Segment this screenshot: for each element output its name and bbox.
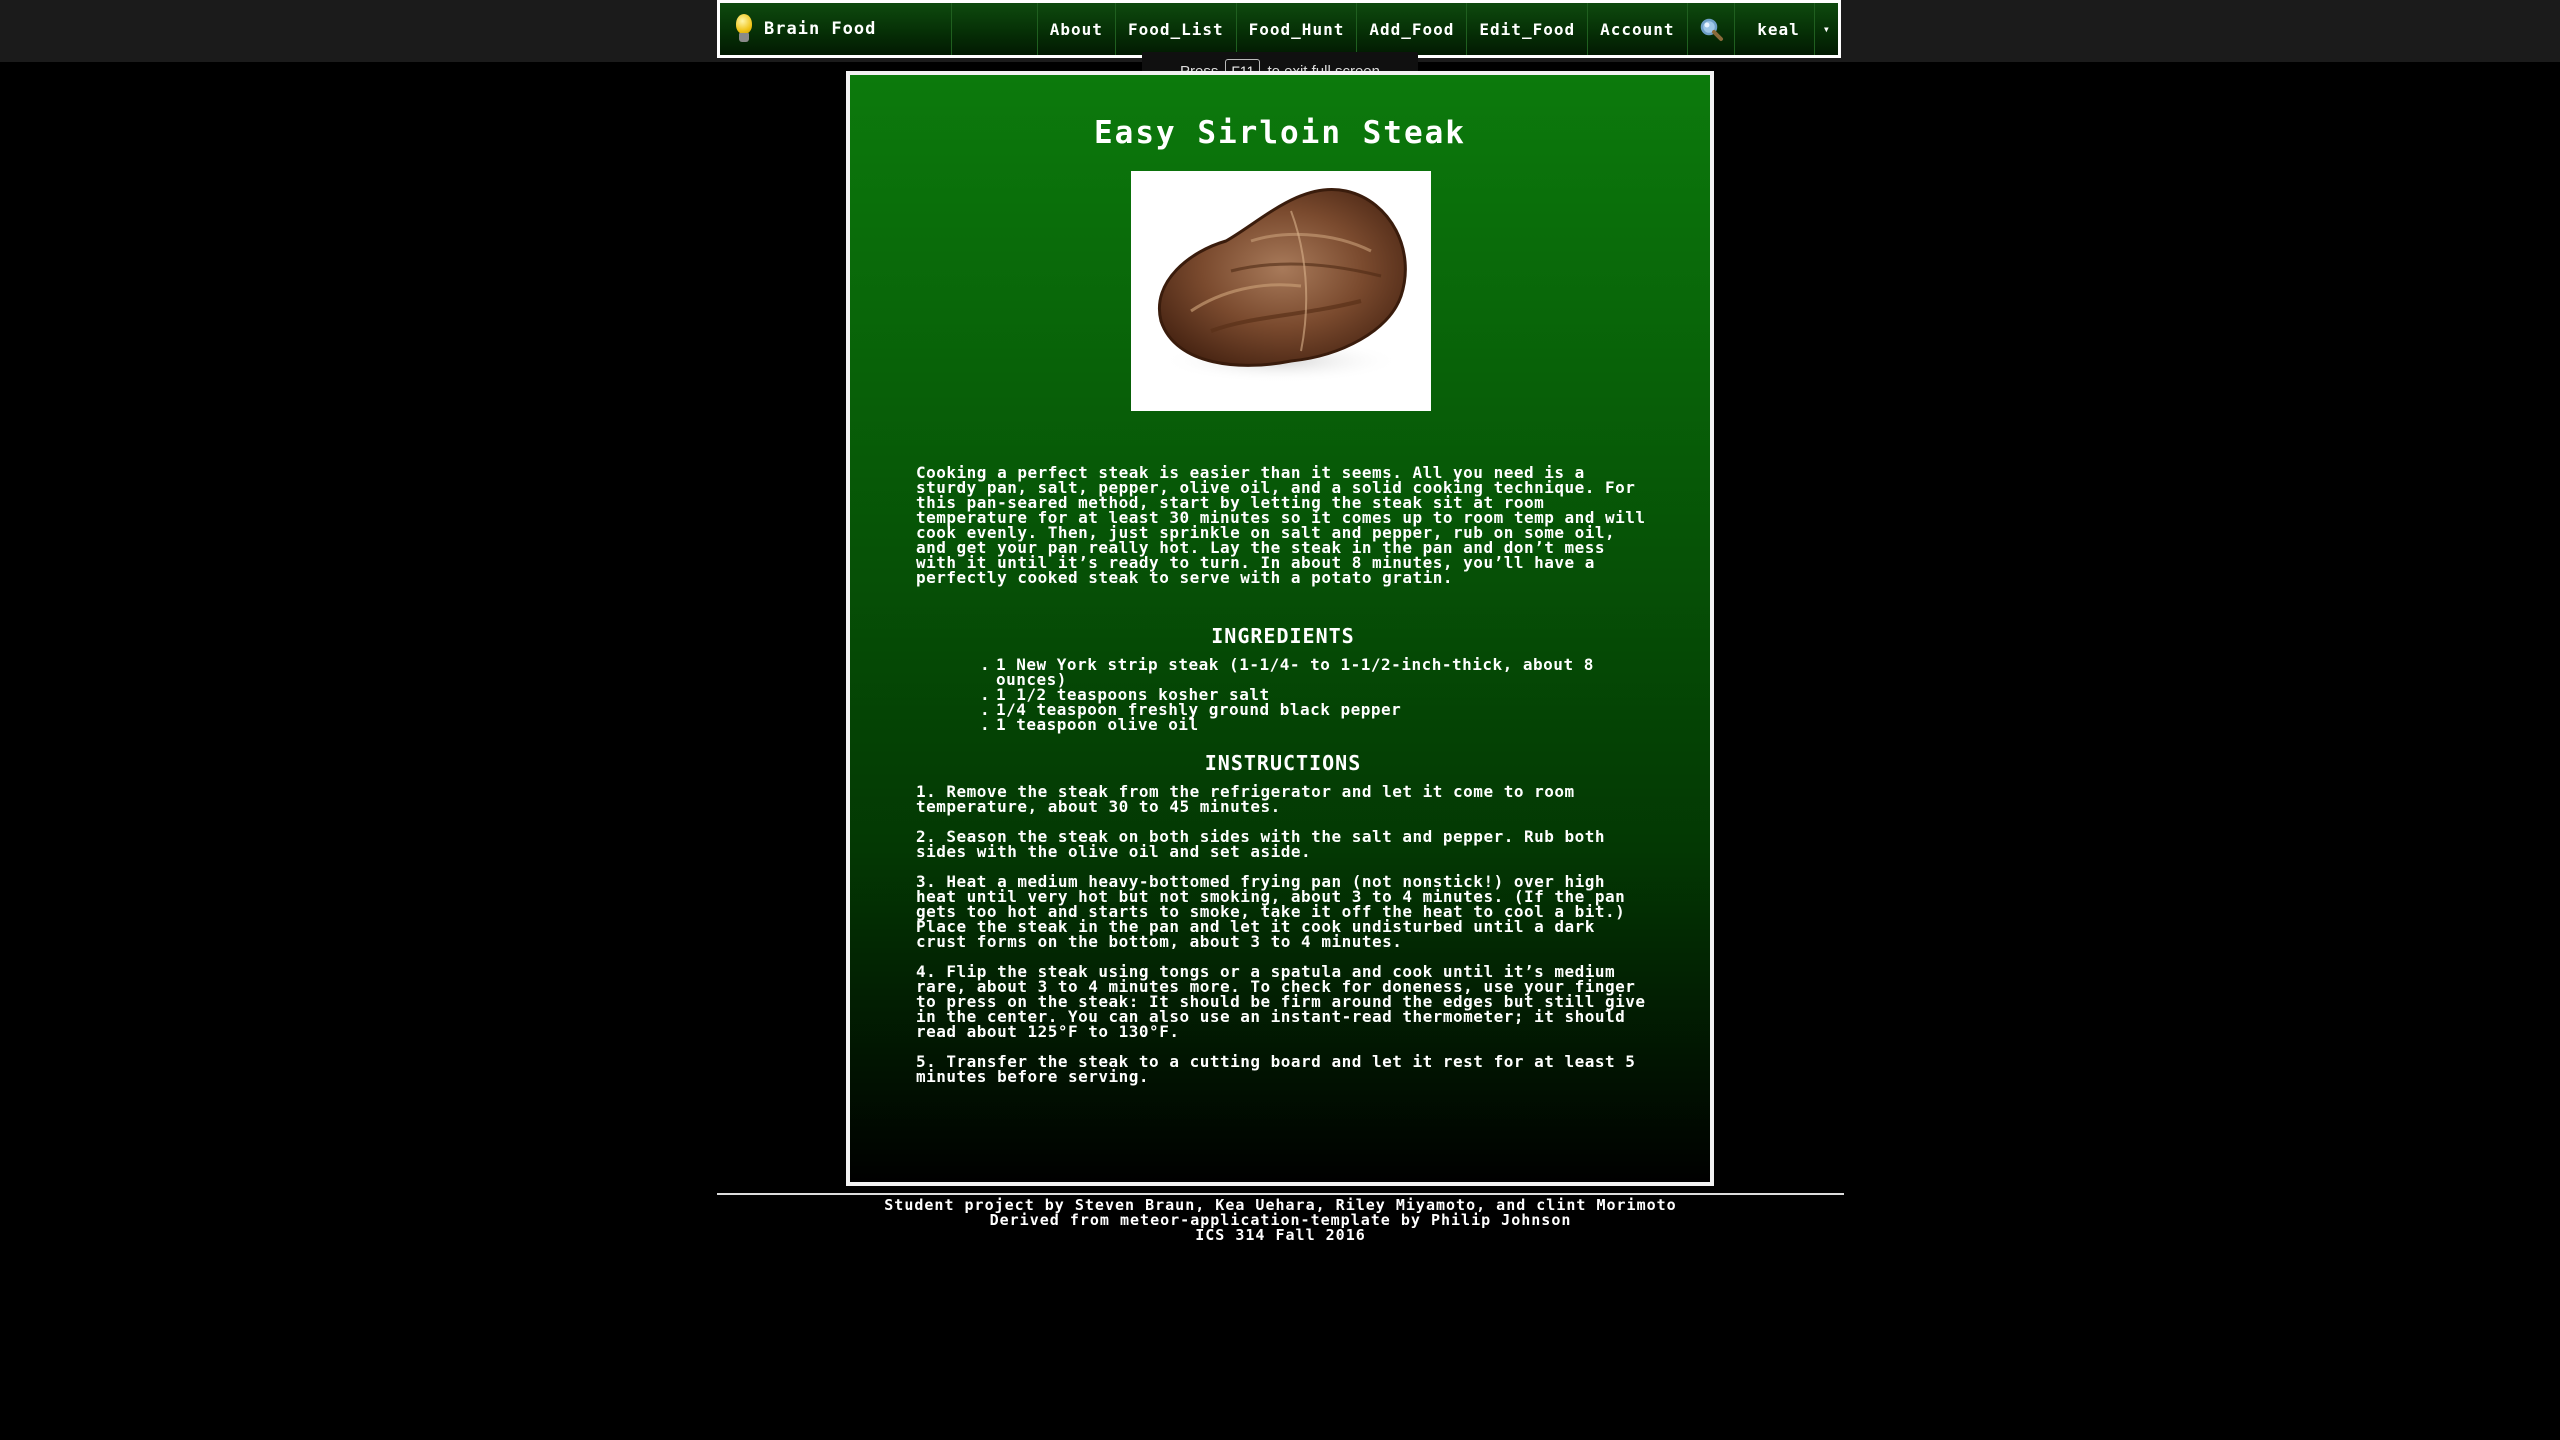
search-icon — [1700, 18, 1723, 41]
steak-image — [1131, 171, 1431, 411]
recipe-intro: Cooking a perfect steak is easier than i… — [916, 463, 1646, 587]
instruction-step: 1. Remove the steak from the refrigerato… — [916, 782, 1575, 816]
recipe-content: Cooking a perfect steak is easier than i… — [916, 465, 1650, 1099]
brand-link[interactable]: Brain Food — [720, 3, 952, 55]
nav-food-hunt[interactable]: Food_Hunt — [1237, 3, 1358, 55]
nav-add-food[interactable]: Add_Food — [1357, 3, 1468, 55]
lightbulb-icon — [734, 14, 754, 44]
ingredients-list: 1 New York strip steak (1-1/4- to 1-1/2-… — [916, 657, 1650, 733]
ingredients-heading: INGREDIENTS — [1211, 624, 1355, 648]
page-footer: Student project by Steven Braun, Kea Ueh… — [717, 1198, 1844, 1243]
instruction-step: 4. Flip the steak using tongs or a spatu… — [916, 962, 1646, 1041]
navbar: Brain Food About Food_List Food_Hunt Add… — [717, 0, 1841, 58]
user-menu[interactable]: keal — [1735, 3, 1815, 55]
instructions-heading: INSTRUCTIONS — [1204, 751, 1362, 775]
nav-edit-food[interactable]: Edit_Food — [1467, 3, 1589, 55]
instruction-step: 2. Season the steak on both sides with t… — [916, 827, 1606, 861]
search-button[interactable] — [1688, 3, 1736, 55]
instruction-step: 3. Heat a medium heavy-bottomed frying p… — [916, 872, 1626, 951]
instructions-list: 1. Remove the steak from the refrigerato… — [916, 782, 1650, 1086]
footer-course: ICS 314 Fall 2016 — [1195, 1226, 1366, 1244]
nav-food-list[interactable]: Food_List — [1116, 3, 1237, 55]
brand-title: Brain Food — [764, 19, 877, 39]
recipe-title: Easy Sirloin Steak — [1094, 115, 1466, 151]
instruction-step: 5. Transfer the steak to a cutting board… — [916, 1052, 1636, 1086]
recipe-card: Easy Sirloin Steak Cooking a perfect ste… — [846, 71, 1714, 1186]
list-item: 1 New York strip steak (1-1/4- to 1-1/2-… — [980, 657, 1650, 688]
nav-account[interactable]: Account — [1588, 3, 1688, 55]
nav-spacer — [952, 3, 1038, 55]
nav-about[interactable]: About — [1038, 3, 1116, 55]
list-item: 1 teaspoon olive oil — [980, 717, 1650, 733]
footer-divider — [717, 1193, 1844, 1195]
caret-down-icon[interactable]: ▾ — [1815, 3, 1838, 55]
